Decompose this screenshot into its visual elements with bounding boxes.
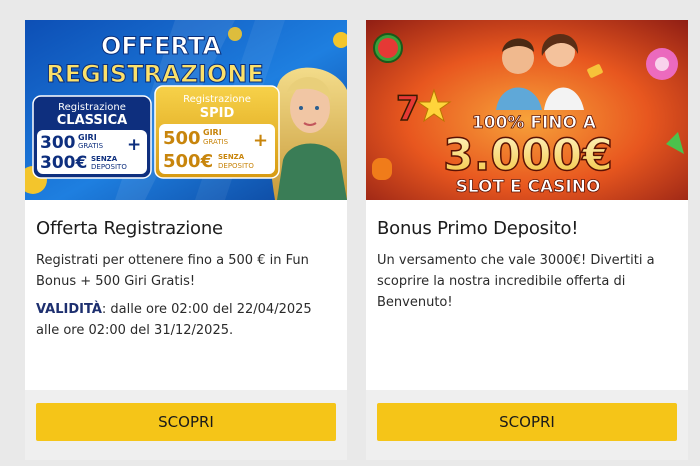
banner-headline-1: OFFERTA [101,32,221,60]
banner-headline-2: REGISTRAZIONE [46,60,263,88]
lucky-seven-icon: 7 [396,89,420,129]
validity-info: VALIDITÀ: dalle ore 02:00 del 22/04/2025… [36,299,336,341]
classic-box-title-2: CLASSICA [57,113,127,128]
card-title: Offerta Registrazione [36,218,223,239]
classic-spins-sub: GRATIS [78,142,104,150]
first-deposit-banner-art: 7 100% FINO A 3.000€ SLOT E CASINO [366,20,688,200]
discover-button[interactable]: SCOPRI [377,403,677,441]
banner-amount: 3.000€ [443,130,613,181]
registration-banner[interactable]: OFFERTA REGISTRAZIONE Registrazione CLAS… [25,20,347,200]
spid-plus: + [253,130,268,151]
spid-bonus-sub: DEPOSITO [218,162,254,170]
classic-box-title-1: Registrazione [58,102,126,113]
spid-box-title-2: SPID [200,106,235,121]
spid-bonus-unit: SENZA [218,153,245,161]
classic-spins-amount: 300 [40,133,76,153]
discover-button[interactable]: SCOPRI [36,403,336,441]
classic-bonus-sub: DEPOSITO [91,163,127,171]
spid-spins-sub: GRATIS [203,138,229,146]
banner-line-slot: SLOT E CASINO [456,177,601,197]
validity-label: VALIDITÀ [36,302,102,317]
classic-spins-unit: GIRI [78,133,97,142]
classic-bonus-amount: 300€ [40,153,87,173]
spid-spins-unit: GIRI [203,128,222,137]
card-title: Bonus Primo Deposito! [377,218,579,239]
classic-bonus-unit: SENZA [91,155,118,163]
spid-bonus-amount: 500€ [163,151,213,172]
woman-illustration [269,67,347,200]
promo-card-registration: OFFERTA REGISTRAZIONE Registrazione CLAS… [25,20,347,460]
classic-plus: + [127,135,141,155]
watermelon-icon [378,38,398,58]
promo-card-first-deposit: 7 100% FINO A 3.000€ SLOT E CASINO Bonus… [366,20,688,460]
gummy-bear-icon [372,158,392,180]
registration-banner-art: OFFERTA REGISTRAZIONE Registrazione CLAS… [25,20,347,200]
card-description: Registrati per ottenere fino a 500 € in … [36,253,309,289]
spid-box-title-1: Registrazione [183,94,251,105]
card-description: Un versamento che vale 3000€! Divertiti … [377,253,655,310]
spid-spins-amount: 500 [163,128,201,149]
first-deposit-banner[interactable]: 7 100% FINO A 3.000€ SLOT E CASINO [366,20,688,200]
coin-icon [228,27,242,41]
